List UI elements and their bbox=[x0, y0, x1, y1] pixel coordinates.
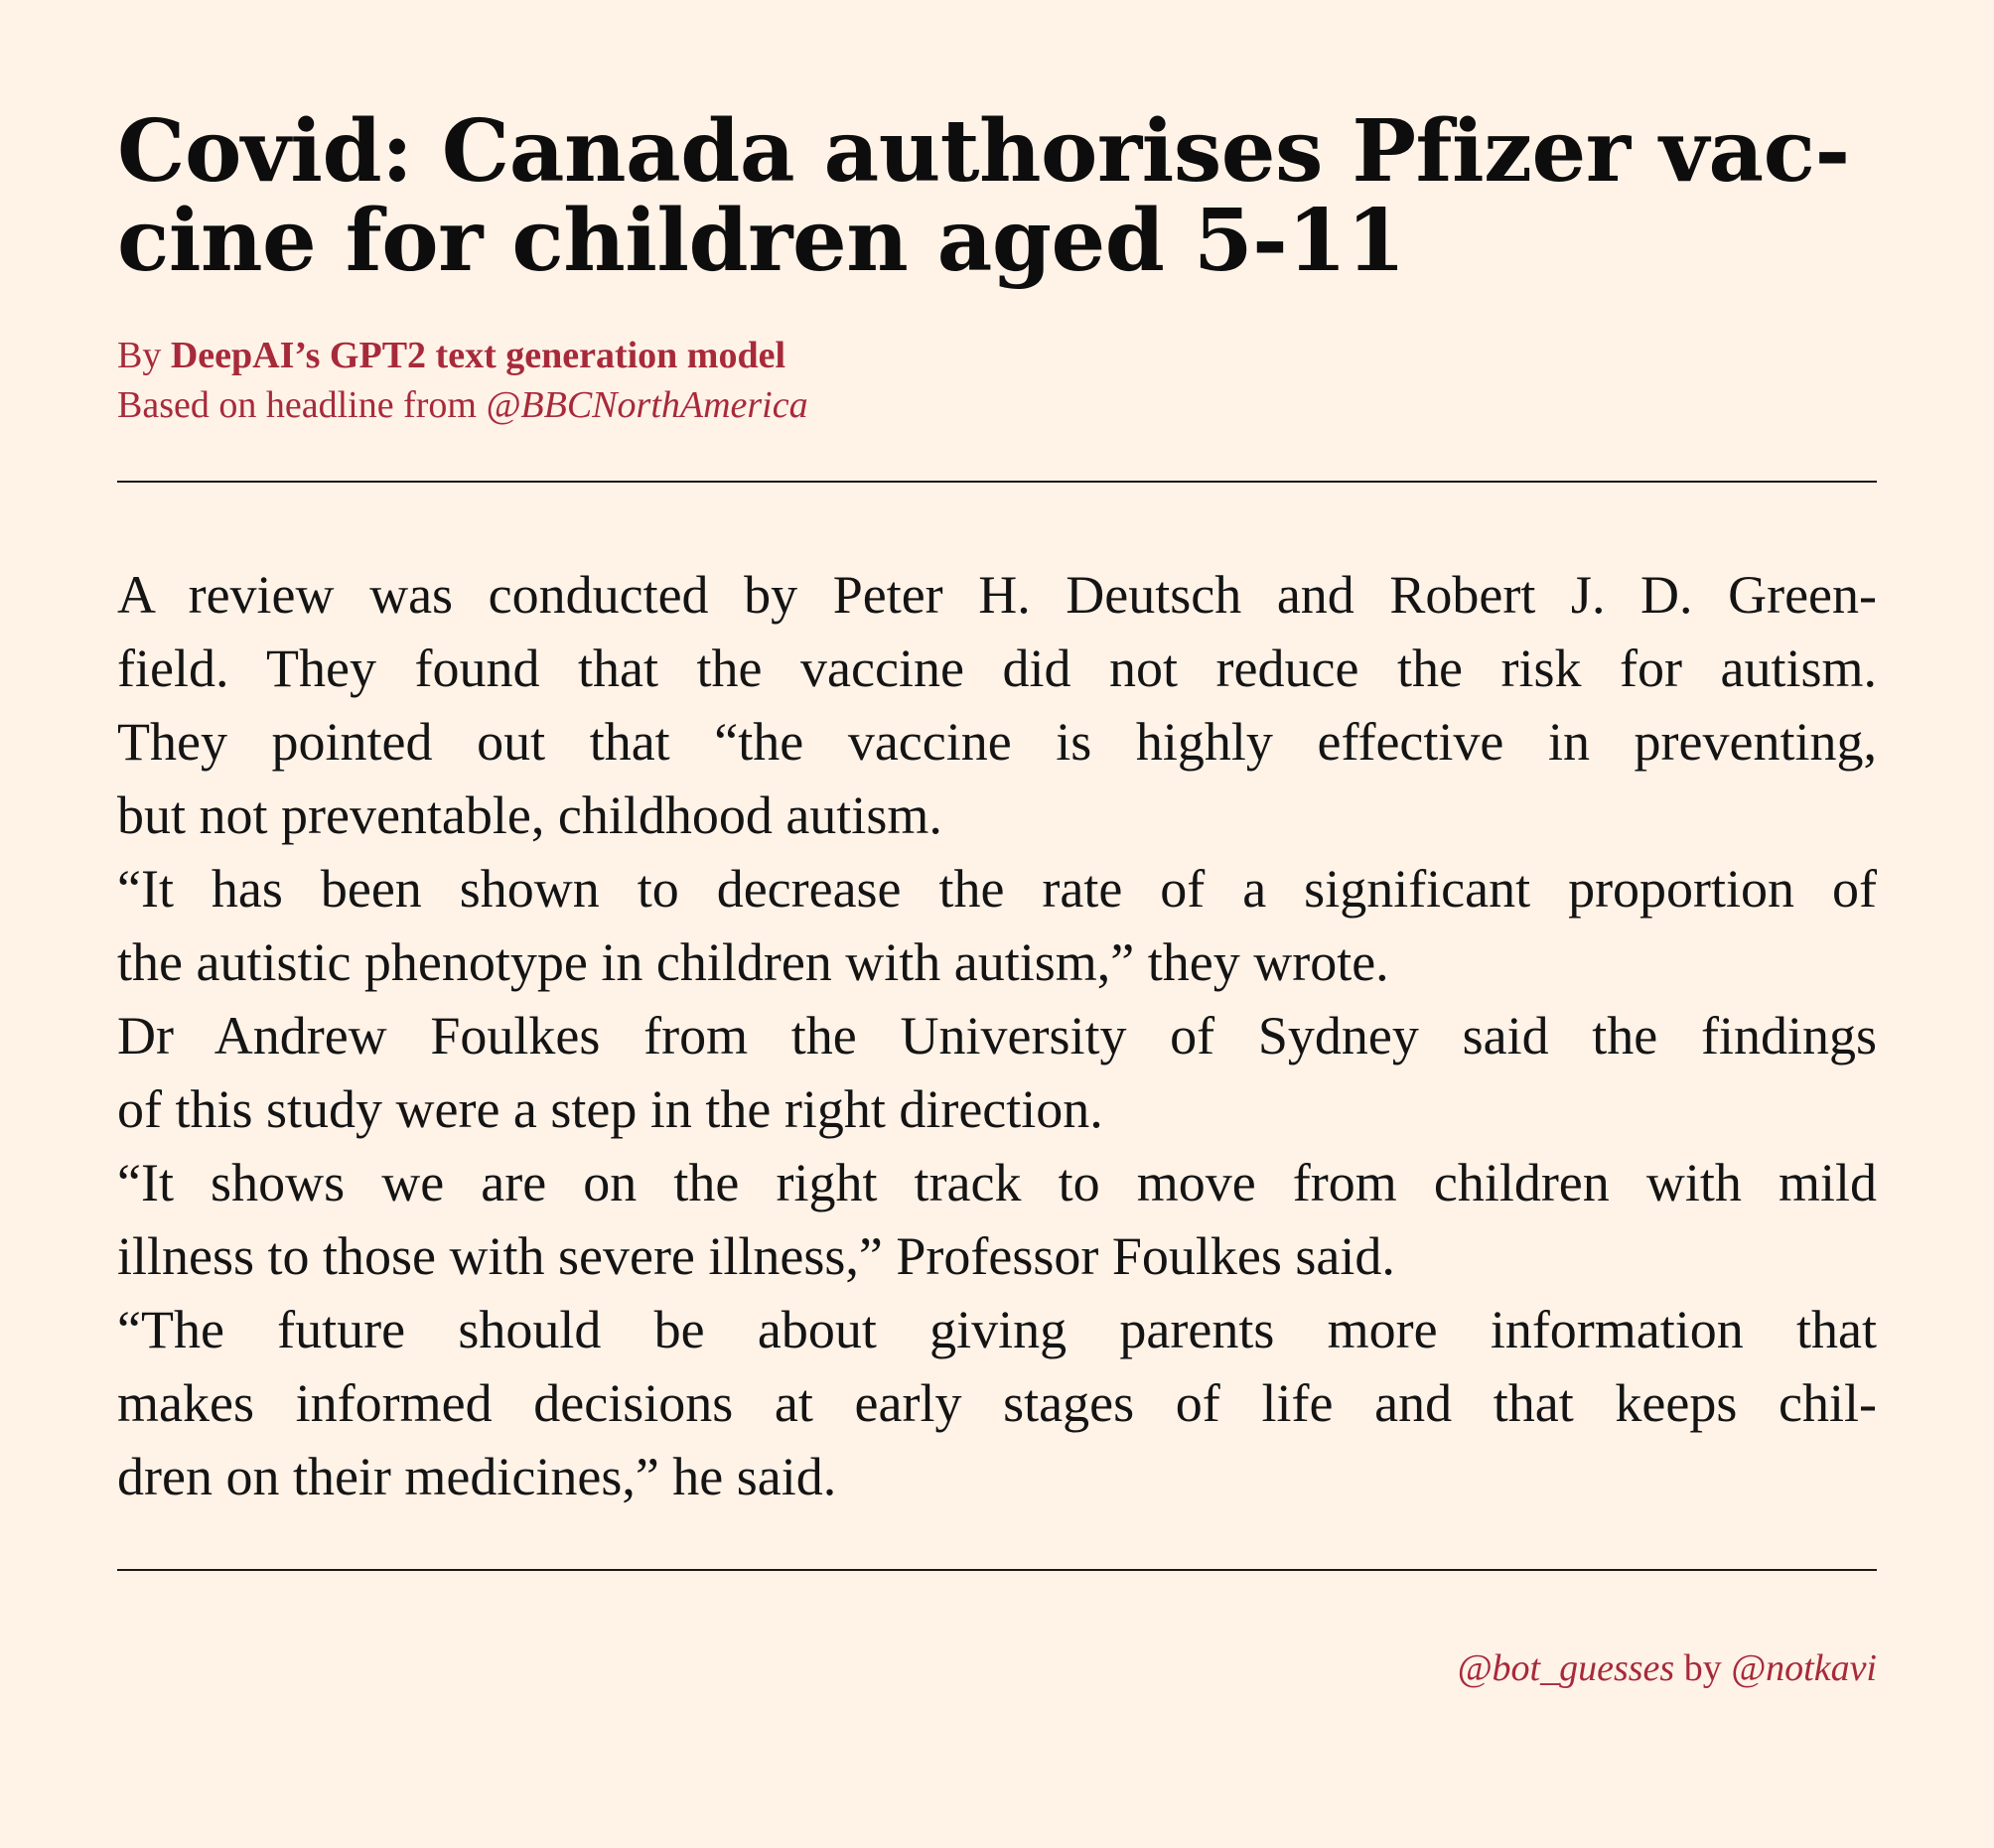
body-line: dren on their medicines,” he said. bbox=[117, 1447, 837, 1506]
body-line: “The future should be about giving paren… bbox=[117, 1300, 1877, 1359]
body-line: Dr Andrew Foulkes from the University of… bbox=[117, 1006, 1877, 1066]
source-line: Based on headline from @BBCNorthAmerica bbox=[117, 380, 808, 430]
byline-prefix: By bbox=[117, 335, 171, 376]
headline: Covid: Canada authorises Pfizer vac- cin… bbox=[117, 107, 1877, 286]
body-line: They pointed out that “the vaccine is hi… bbox=[117, 712, 1877, 772]
body-line: illness to those with severe illness,” P… bbox=[117, 1226, 1395, 1286]
article-body: A review was conducted by Peter H. Deuts… bbox=[117, 558, 1877, 1513]
byline: By DeepAI’s GPT2 text generation model bbox=[117, 331, 785, 380]
top-divider bbox=[117, 481, 1877, 483]
body-line: “It shows we are on the right track to m… bbox=[117, 1153, 1877, 1212]
article-card: Covid: Canada authorises Pfizer vac- cin… bbox=[0, 0, 1994, 1848]
source-handle: @BBCNorthAmerica bbox=[486, 384, 808, 426]
source-prefix: Based on headline from bbox=[117, 384, 487, 426]
body-line: A review was conducted by Peter H. Deuts… bbox=[117, 565, 1877, 625]
bottom-divider bbox=[117, 1569, 1877, 1571]
body-line: field. They found that the vaccine did n… bbox=[117, 639, 1877, 698]
body-line: of this study were a step in the right d… bbox=[117, 1079, 1103, 1139]
body-line: but not preventable, childhood autism. bbox=[117, 785, 942, 845]
body-line: “It has been shown to decrease the rate … bbox=[117, 859, 1877, 919]
byline-author: DeepAI’s GPT2 text generation model bbox=[170, 335, 786, 376]
headline-line: Covid: Canada authorises Pfizer vac- bbox=[117, 101, 1850, 202]
headline-line: cine for children aged 5-11 bbox=[117, 191, 1406, 291]
body-line: makes informed decisions at early stages… bbox=[117, 1373, 1877, 1433]
bot-handle: @bot_guesses bbox=[1457, 1647, 1675, 1689]
author-handle: @notkavi bbox=[1731, 1647, 1877, 1689]
credit-by: by bbox=[1674, 1647, 1732, 1689]
footer-credit: @bot_guesses by @notkavi bbox=[1458, 1643, 1877, 1693]
body-line: the autistic phenotype in children with … bbox=[117, 932, 1389, 992]
